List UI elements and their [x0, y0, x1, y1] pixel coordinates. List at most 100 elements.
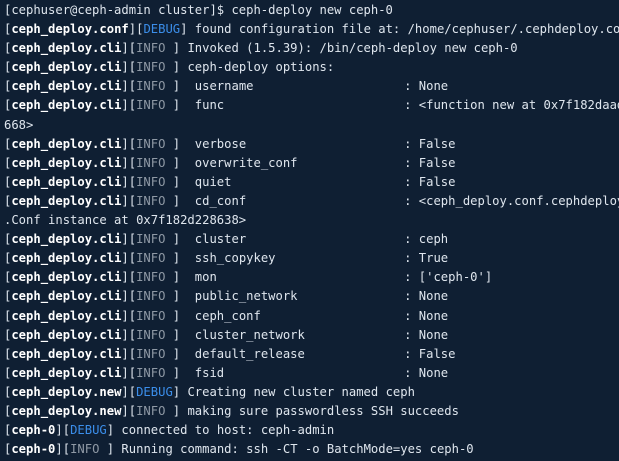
log-continuation: .Conf instance at 0x7f182d228638> — [4, 213, 247, 228]
log-level: INFO — [136, 98, 173, 113]
option-name: overwrite_conf — [180, 155, 298, 170]
log-level: INFO — [136, 403, 173, 418]
log-level: INFO — [136, 41, 173, 56]
log-module: ceph_deploy.cli — [11, 327, 122, 342]
log-line: [ceph_deploy.cli][INFO ] ceph-deploy opt… — [4, 60, 335, 75]
log-level: INFO — [136, 346, 173, 361]
option-name: username — [180, 79, 254, 94]
log-module: ceph_deploy.cli — [11, 155, 122, 170]
log-level: INFO — [136, 155, 173, 170]
log-module: ceph_deploy.cli — [11, 289, 122, 304]
log-line: [ceph_deploy.cli][INFO ] Invoked (1.5.39… — [4, 41, 518, 56]
log-message: Invoked (1.5.39): /bin/ceph-deploy new c… — [180, 41, 518, 56]
log-level: INFO — [136, 308, 173, 323]
log-output: [ceph_deploy.conf][DEBUG] found configur… — [4, 20, 619, 459]
log-line: [ceph_deploy.cli][INFO ] verbose: False — [4, 135, 619, 154]
log-level: DEBUG — [136, 384, 173, 399]
log-line: [ceph_deploy.new][INFO ] making sure pas… — [4, 403, 459, 418]
log-line: [ceph_deploy.cli][INFO ] ssh_copykey: Tr… — [4, 249, 619, 268]
log-level: DEBUG — [143, 22, 181, 37]
log-level: INFO — [136, 289, 173, 304]
log-module: ceph_deploy.new — [11, 384, 122, 399]
log-line: [ceph-0][INFO ] Running command: ssh -CT… — [4, 442, 474, 457]
log-message: connected to host: ceph-admin — [114, 423, 335, 438]
log-module: ceph_deploy.cli — [11, 174, 122, 189]
option-value: : None — [404, 327, 449, 342]
log-line: [ceph_deploy.cli][INFO ] quiet: False — [4, 173, 619, 192]
log-module: ceph_deploy.cli — [11, 136, 122, 151]
log-message: Creating new cluster named ceph — [180, 384, 415, 399]
option-value: : None — [404, 365, 449, 380]
log-level: INFO — [136, 193, 173, 208]
option-name: func — [180, 98, 225, 113]
log-line: [ceph_deploy.cli][INFO ] fsid: None — [4, 364, 619, 383]
log-line: [ceph_deploy.cli][INFO ] default_release… — [4, 345, 619, 364]
option-name: quiet — [180, 174, 232, 189]
log-module: ceph_deploy.cli — [11, 79, 122, 94]
log-level: INFO — [136, 79, 173, 94]
log-message: making sure passwordless SSH succeeds — [180, 403, 459, 418]
log-line: [ceph_deploy.cli][INFO ] ceph_conf: None — [4, 307, 619, 326]
log-level: INFO — [70, 442, 107, 457]
option-value: : ['ceph-0'] — [404, 270, 493, 285]
log-module: ceph_deploy.cli — [11, 193, 122, 208]
option-value: : False — [404, 174, 456, 189]
terminal-window[interactable]: [cephuser@ceph-admin cluster]$ ceph-depl… — [0, 0, 619, 461]
option-name: ssh_copykey — [180, 251, 276, 266]
log-module: ceph_deploy.cli — [11, 232, 122, 247]
option-name: default_release — [180, 346, 305, 361]
log-level: INFO — [136, 136, 173, 151]
option-name: fsid — [180, 365, 225, 380]
log-message: found configuration file at: /home/cephu… — [187, 22, 619, 37]
log-line: 668> — [4, 116, 619, 135]
option-name: verbose — [180, 136, 247, 151]
option-value: : None — [404, 289, 449, 304]
option-name: cluster_network — [180, 327, 305, 342]
log-continuation: 668> — [4, 117, 34, 132]
log-line: [ceph_deploy.cli][INFO ] username: None — [4, 77, 619, 96]
log-level: INFO — [136, 60, 173, 75]
log-module: ceph_deploy.conf — [11, 22, 129, 37]
option-name: cd_conf — [180, 193, 247, 208]
log-module: ceph_deploy.cli — [11, 60, 122, 75]
log-module: ceph-0 — [11, 442, 56, 457]
option-value: : False — [404, 136, 456, 151]
option-value: : <function new at 0x7f182daad — [404, 98, 619, 113]
option-value: : ceph — [404, 232, 449, 247]
option-value: : <ceph_deploy.conf.cephdeploy — [404, 193, 619, 208]
option-value: : None — [404, 308, 449, 323]
log-module: ceph_deploy.cli — [11, 270, 122, 285]
log-module: ceph_deploy.cli — [11, 251, 122, 266]
log-module: ceph-0 — [11, 423, 56, 438]
option-name: public_network — [180, 289, 298, 304]
shell-prompt-line: [cephuser@ceph-admin cluster]$ ceph-depl… — [4, 3, 393, 17]
option-value: : True — [404, 251, 449, 266]
log-module: ceph_deploy.cli — [11, 308, 122, 323]
log-line: [ceph-0][DEBUG] connected to host: ceph-… — [4, 423, 335, 438]
option-name: cluster — [180, 232, 247, 247]
option-name: mon — [180, 270, 217, 285]
log-message: Running command: ssh -CT -o BatchMode=ye… — [114, 442, 474, 457]
option-value: : False — [404, 346, 456, 361]
log-level: DEBUG — [70, 423, 107, 438]
log-level: INFO — [136, 174, 173, 189]
log-line: [ceph_deploy.new][DEBUG] Creating new cl… — [4, 384, 415, 399]
log-line: [ceph_deploy.cli][INFO ] cluster_network… — [4, 326, 619, 345]
log-line: [ceph_deploy.cli][INFO ] overwrite_conf:… — [4, 154, 619, 173]
log-level: INFO — [136, 365, 173, 380]
log-line: [ceph_deploy.cli][INFO ] public_network:… — [4, 287, 619, 306]
log-line: .Conf instance at 0x7f182d228638> — [4, 211, 619, 230]
log-line: [ceph_deploy.cli][INFO ] mon: ['ceph-0'] — [4, 268, 619, 287]
log-level: INFO — [136, 251, 173, 266]
log-level: INFO — [136, 270, 173, 285]
option-name: ceph_conf — [180, 308, 261, 323]
log-line: [ceph_deploy.cli][INFO ] cluster: ceph — [4, 230, 619, 249]
log-module: ceph_deploy.cli — [11, 41, 122, 56]
log-line: [ceph_deploy.cli][INFO ] func: <function… — [4, 96, 619, 115]
log-level: INFO — [136, 327, 173, 342]
log-module: ceph_deploy.cli — [11, 98, 122, 113]
log-module: ceph_deploy.new — [11, 403, 122, 418]
option-value: : None — [404, 79, 449, 94]
log-module: ceph_deploy.cli — [11, 346, 122, 361]
log-line: [ceph_deploy.conf][DEBUG] found configur… — [4, 20, 619, 39]
